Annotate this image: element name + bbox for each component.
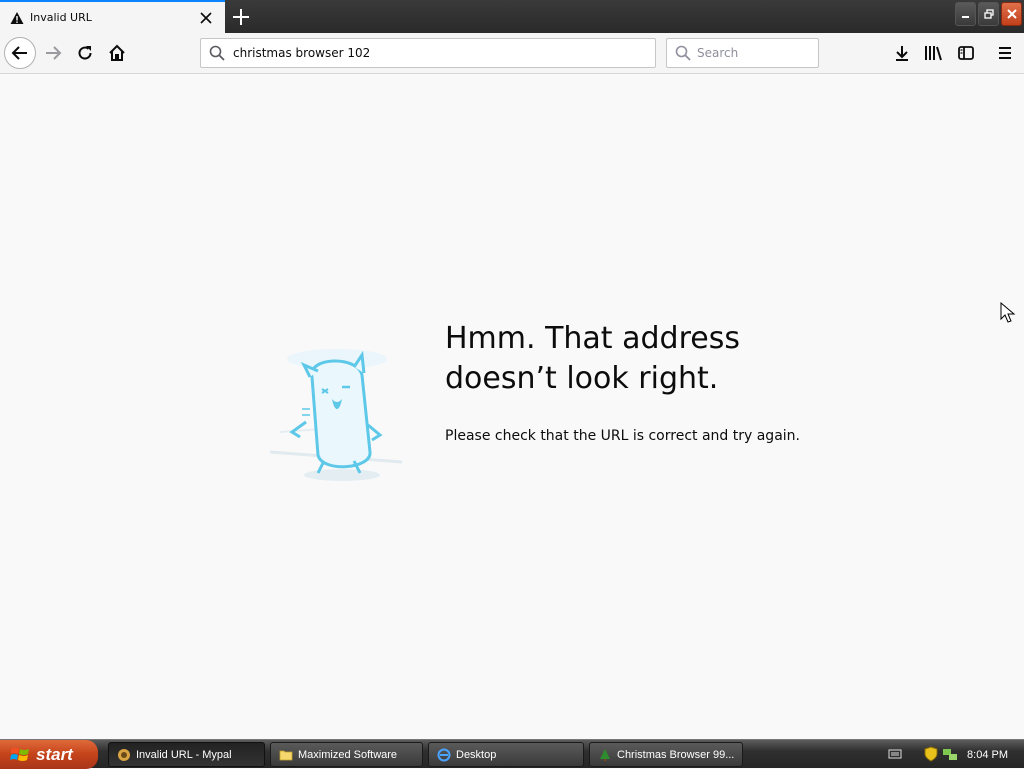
arrow-left-icon xyxy=(11,46,27,60)
window-controls xyxy=(955,2,1022,26)
downloads-button[interactable] xyxy=(888,39,916,67)
warning-icon xyxy=(10,11,24,24)
minimize-button[interactable] xyxy=(955,2,976,26)
christmas-tree-icon xyxy=(600,748,610,761)
home-icon xyxy=(109,44,125,61)
mouse-cursor-icon xyxy=(1000,302,1016,323)
close-tab-icon[interactable] xyxy=(199,11,213,25)
network-icon[interactable] xyxy=(942,746,958,762)
taskbar-item-label: Christmas Browser 99... xyxy=(617,748,735,761)
ie-icon xyxy=(437,748,451,761)
clock: 8:04 PM xyxy=(967,748,1008,761)
menu-button[interactable] xyxy=(991,39,1019,67)
tab-strip: Invalid URL xyxy=(0,0,1024,33)
taskbar-item-desktop[interactable]: Desktop xyxy=(428,742,584,767)
sidebar-icon xyxy=(958,46,974,60)
download-icon xyxy=(896,46,908,61)
taskbar-item-mypal[interactable]: Invalid URL - Mypal xyxy=(108,742,265,767)
url-text: christmas browser 102 xyxy=(233,46,371,60)
error-page: Hmm. That address doesn’t look right. Pl… xyxy=(0,75,1024,739)
keyboard-icon[interactable] xyxy=(888,748,902,760)
reload-icon xyxy=(78,46,92,60)
taskbar-item-christmas-browser[interactable]: Christmas Browser 99... xyxy=(589,742,743,767)
search-icon xyxy=(209,45,225,61)
system-tray: 8:04 PM xyxy=(884,740,1024,769)
tab-invalid-url[interactable]: Invalid URL xyxy=(0,0,225,33)
library-button[interactable] xyxy=(920,39,948,67)
windows-logo-icon xyxy=(10,747,29,761)
start-label: start xyxy=(36,744,73,764)
mypal-icon xyxy=(118,748,130,761)
hamburger-menu-icon xyxy=(999,47,1011,59)
forward-button[interactable] xyxy=(38,38,68,68)
sidebar-button[interactable] xyxy=(952,39,980,67)
folder-icon xyxy=(279,750,293,760)
restore-icon xyxy=(983,9,994,19)
new-tab-icon[interactable] xyxy=(230,6,252,28)
search-placeholder: Search xyxy=(697,46,739,60)
taskbar-item-label: Invalid URL - Mypal xyxy=(136,748,232,761)
navigation-toolbar: christmas browser 102 Search xyxy=(0,33,1024,74)
restore-button[interactable] xyxy=(978,2,999,26)
minimize-icon xyxy=(961,16,969,18)
error-title: Hmm. That address doesn’t look right. xyxy=(445,321,740,396)
security-shield-icon[interactable] xyxy=(924,746,938,762)
taskbar-item-label: Desktop xyxy=(456,748,497,761)
reload-button[interactable] xyxy=(70,38,100,68)
confused-mascot-illustration xyxy=(269,349,403,481)
search-icon xyxy=(675,45,691,61)
taskbar-item-maximized-software[interactable]: Maximized Software xyxy=(270,742,423,767)
start-button[interactable]: start xyxy=(0,740,98,769)
arrow-right-icon xyxy=(46,46,62,60)
taskbar-item-label: Maximized Software xyxy=(298,748,398,761)
close-icon xyxy=(1006,9,1017,19)
back-button[interactable] xyxy=(4,37,36,69)
tab-title: Invalid URL xyxy=(30,11,92,24)
url-bar[interactable]: christmas browser 102 xyxy=(200,38,656,68)
close-window-button[interactable] xyxy=(1001,2,1022,26)
home-button[interactable] xyxy=(102,38,132,68)
library-icon xyxy=(925,46,942,61)
error-description: Please check that the URL is correct and… xyxy=(445,428,800,444)
taskbar: start Invalid URL - Mypal Maximized Soft… xyxy=(0,739,1024,769)
search-bar[interactable]: Search xyxy=(666,38,819,68)
